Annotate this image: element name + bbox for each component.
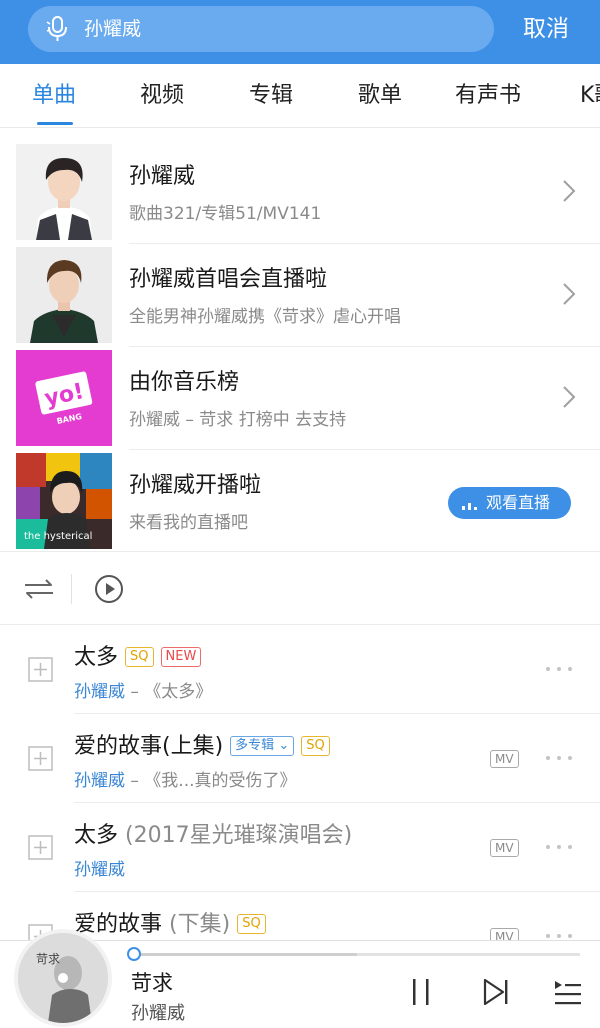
album-art-disc[interactable]: 苛求 xyxy=(18,933,108,1023)
card-title: 孙耀威开播啦 xyxy=(129,473,262,498)
svg-text:苛求: 苛求 xyxy=(36,952,60,966)
album-name: – 《我...真的受伤了》 xyxy=(125,771,297,791)
chart-card[interactable]: yo! BANG 由你音乐榜 孙耀威 – 苛求 打榜中 去支持 xyxy=(16,350,600,453)
now-playing-artist: 孙耀威 xyxy=(131,1003,185,1024)
card-title: 由你音乐榜 xyxy=(129,370,240,395)
song-title: 爱的故事(上集) 多专辑 ⌄ SQ xyxy=(74,728,330,760)
livestream-card[interactable]: the hysterical 孙耀威开播啦 来看我的直播吧 观看直播 xyxy=(16,453,600,556)
divider xyxy=(129,449,600,450)
mv-badge[interactable]: MV xyxy=(490,839,519,857)
watch-live-button[interactable]: 观看直播 xyxy=(448,487,571,519)
add-to-list-icon[interactable] xyxy=(28,746,53,771)
chevron-right-icon xyxy=(563,283,576,305)
search-query-text[interactable]: 孙耀威 xyxy=(84,6,141,52)
chevron-right-icon xyxy=(563,180,576,202)
song-title: 爱的故事 (下集) SQ xyxy=(74,906,266,938)
search-input[interactable]: 孙耀威 xyxy=(28,6,494,52)
progress-bar[interactable] xyxy=(134,953,580,956)
mv-badge[interactable]: MV xyxy=(490,750,519,768)
pause-icon[interactable] xyxy=(406,977,436,1007)
card-subtitle: 全能男神孙耀威携《苛求》虐心开唱 xyxy=(129,307,401,327)
song-version: (下集) xyxy=(162,912,231,937)
card-subtitle: 歌曲321/专辑51/MV141 xyxy=(129,204,322,224)
artist-link[interactable]: 孙耀威 xyxy=(74,771,125,791)
card-subtitle: 来看我的直播吧 xyxy=(129,513,248,533)
concert-card[interactable]: 孙耀威首唱会直播啦 全能男神孙耀威携《苛求》虐心开唱 xyxy=(16,247,600,350)
livestream-poster: the hysterical xyxy=(16,453,112,549)
more-options-icon[interactable] xyxy=(544,837,574,857)
song-meta: 孙耀威 xyxy=(74,855,125,880)
yo-bang-logo: yo! BANG xyxy=(16,350,112,446)
list-action-bar xyxy=(0,551,600,625)
divider xyxy=(129,346,600,347)
cancel-button[interactable]: 取消 xyxy=(508,0,584,58)
new-badge: NEW xyxy=(160,647,202,667)
song-title: 太多 (2017星光璀璨演唱会) xyxy=(74,823,353,848)
multi-album-badge[interactable]: 多专辑 ⌄ xyxy=(230,736,295,756)
tab-album[interactable]: 专辑 xyxy=(249,64,293,127)
card-title: 孙耀威 xyxy=(129,164,196,189)
voice-search-icon[interactable] xyxy=(44,15,70,43)
chevron-right-icon xyxy=(563,386,576,408)
mini-player: 苛求 苛求 孙耀威 xyxy=(0,933,600,1028)
sq-badge: SQ xyxy=(125,647,154,667)
tab-video[interactable]: 视频 xyxy=(140,64,184,127)
tab-single[interactable]: 单曲 xyxy=(32,64,76,127)
song-row[interactable]: 爱的故事(上集) 多专辑 ⌄ SQ 孙耀威 – 《我...真的受伤了》 MV xyxy=(0,714,600,803)
song-title: 太多 SQ NEW xyxy=(74,639,202,671)
song-meta: 孙耀威 – 《太多》 xyxy=(74,677,212,702)
playlist-icon[interactable] xyxy=(553,977,583,1007)
now-playing-title: 苛求 xyxy=(131,971,173,995)
progress-fill xyxy=(134,953,357,956)
song-meta: 孙耀威 – 《我...真的受伤了》 xyxy=(74,766,297,791)
song-version: (2017星光璀璨演唱会) xyxy=(118,823,353,848)
play-all-icon[interactable] xyxy=(94,574,124,604)
song-row[interactable]: 太多 SQ NEW 孙耀威 – 《太多》 xyxy=(0,625,600,714)
multi-select-icon[interactable] xyxy=(22,574,56,604)
active-tab-indicator xyxy=(37,122,73,125)
add-to-list-icon[interactable] xyxy=(28,657,53,682)
divider xyxy=(129,243,600,244)
watch-live-label: 观看直播 xyxy=(486,493,551,512)
card-subtitle: 孙耀威 – 苛求 打榜中 去支持 xyxy=(129,410,347,430)
search-header: 孙耀威 取消 xyxy=(0,0,600,64)
tab-karaoke[interactable]: K歌 xyxy=(580,64,600,127)
artist-link[interactable]: 孙耀威 xyxy=(74,682,125,702)
artist-card[interactable]: 孙耀威 歌曲321/专辑51/MV141 xyxy=(16,144,600,247)
svg-text:the hysterical: the hysterical xyxy=(24,531,92,542)
artist-avatar xyxy=(16,144,112,240)
category-tabs: 单曲 视频 专辑 歌单 有声书 K歌 xyxy=(0,64,600,128)
song-row[interactable]: 太多 (2017星光璀璨演唱会) 孙耀威 MV xyxy=(0,803,600,892)
live-bars-icon xyxy=(462,503,477,510)
more-options-icon[interactable] xyxy=(544,659,574,679)
card-title: 孙耀威首唱会直播啦 xyxy=(129,267,328,292)
more-options-icon[interactable] xyxy=(544,748,574,768)
sq-badge: SQ xyxy=(301,736,330,756)
sq-badge: SQ xyxy=(237,914,266,934)
divider xyxy=(71,574,72,604)
next-track-icon[interactable] xyxy=(481,977,511,1007)
add-to-list-icon[interactable] xyxy=(28,835,53,860)
progress-handle[interactable] xyxy=(127,947,141,961)
album-name: – 《太多》 xyxy=(125,682,213,702)
artist-link[interactable]: 孙耀威 xyxy=(74,860,125,880)
tab-playlist[interactable]: 歌单 xyxy=(358,64,402,127)
concert-thumbnail xyxy=(16,247,112,343)
tab-audiobook[interactable]: 有声书 xyxy=(455,64,521,127)
